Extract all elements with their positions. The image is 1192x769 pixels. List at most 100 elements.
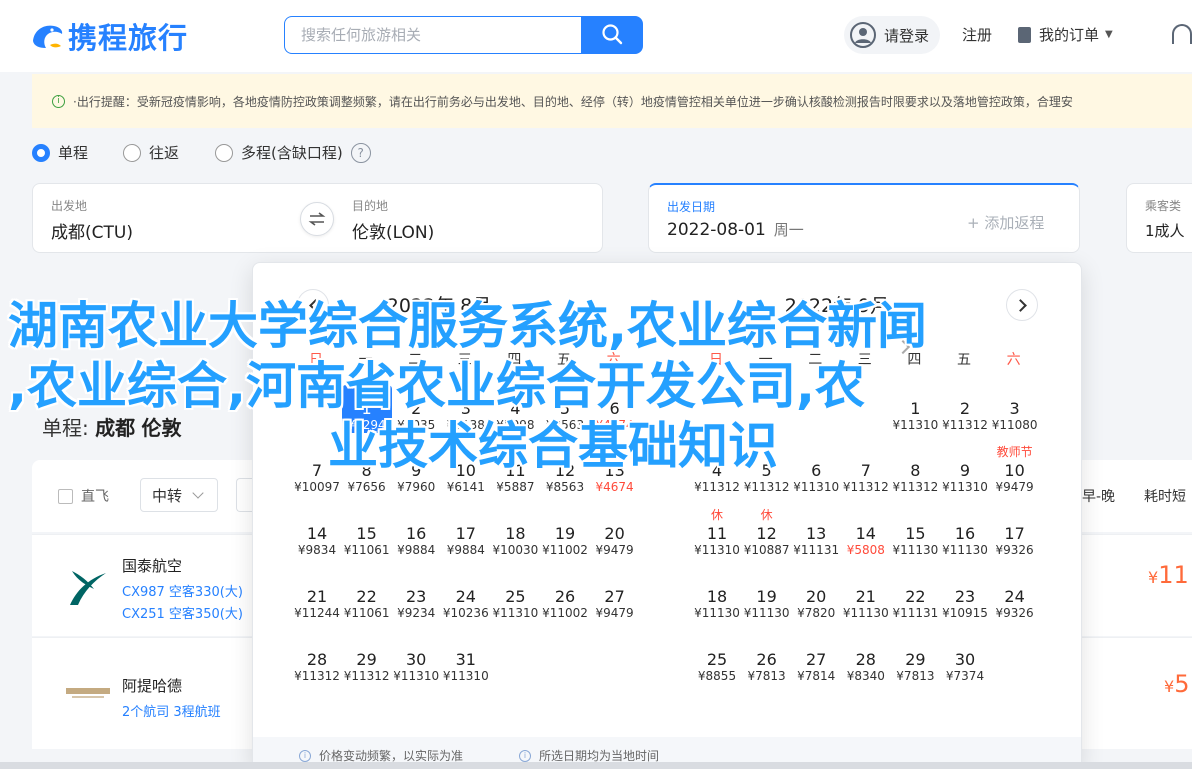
calendar-day[interactable]: 16 ¥9884: [391, 510, 441, 558]
departure-city-field[interactable]: 出发地 成都(CTU): [32, 183, 318, 253]
day-number: 19: [554, 524, 576, 543]
transfer-dropdown[interactable]: 中转: [140, 478, 218, 512]
calendar-day[interactable]: 18 ¥10030: [490, 510, 540, 558]
my-orders-menu[interactable]: 我的订单 ▼: [1018, 24, 1113, 45]
bottom-scrollbar[interactable]: [0, 762, 1192, 769]
day-number: 15: [356, 524, 377, 543]
calendar-day[interactable]: 23 ¥9234: [391, 573, 441, 621]
calendar-day[interactable]: 17 ¥9884: [441, 510, 491, 558]
flight-number[interactable]: CX251 空客350(大): [122, 603, 243, 622]
radio-round-trip[interactable]: [123, 143, 141, 162]
day-number: 11: [706, 524, 728, 543]
day-number: 29: [356, 650, 377, 669]
direct-checkbox[interactable]: [58, 488, 73, 504]
day-number: 17: [455, 524, 476, 543]
day-number: 19: [756, 587, 777, 606]
airline-name: 阿提哈德: [122, 677, 183, 695]
calendar-day[interactable]: 20 ¥7820: [791, 573, 841, 621]
calendar-day[interactable]: 22 ¥11061: [342, 573, 392, 621]
register-link[interactable]: 注册: [962, 24, 992, 45]
calendar-day[interactable]: 休 12 ¥10887: [742, 508, 792, 558]
calendar-day[interactable]: 15 ¥11130: [890, 510, 940, 558]
arrival-city-field[interactable]: 目的地 伦敦(LON): [318, 183, 603, 253]
day-number: 24: [1004, 587, 1025, 606]
calendar-day[interactable]: 26 ¥7813: [742, 636, 792, 684]
calendar-day[interactable]: 21 ¥11244: [292, 573, 342, 621]
watermark-line: ,农业综合,河南省农业综合开发公司,农: [8, 357, 865, 415]
calendar-day[interactable]: 13 ¥11131: [791, 510, 841, 558]
login-text: 请登录: [884, 26, 930, 45]
swap-cities-button[interactable]: [300, 202, 334, 236]
calendar-day[interactable]: 29 ¥7813: [890, 636, 940, 684]
day-number: 30: [954, 650, 976, 669]
calendar-day[interactable]: 24 ¥9326: [990, 573, 1040, 621]
ctrip-logo[interactable]: 携程旅行: [30, 14, 188, 58]
departure-date-field[interactable]: 出发日期 2022-08-01 周一 + 添加返程: [648, 183, 1080, 253]
customer-service-icon[interactable]: [1172, 24, 1192, 44]
calendar-day[interactable]: 15 ¥11061: [342, 510, 392, 558]
sort-duration[interactable]: 耗时短: [1144, 486, 1186, 506]
travel-notice-banner: i ·出行提醒：受新冠疫情影响，各地疫情防控政策调整频繁，请在出行前务必与出发地…: [32, 74, 1192, 128]
radio-multi-city[interactable]: [215, 143, 233, 162]
calendar-day[interactable]: 27 ¥9479: [590, 573, 640, 621]
calendar-day[interactable]: 24 ¥10236: [441, 573, 491, 621]
calendar-day[interactable]: 28 ¥11312: [292, 636, 342, 684]
add-return-button[interactable]: + 添加返程: [967, 212, 1044, 233]
day-number: 23: [954, 587, 976, 606]
flight-number[interactable]: CX987 空客330(大): [122, 581, 243, 600]
calendar-day[interactable]: 29 ¥11312: [342, 636, 392, 684]
passenger-value: 1成人: [1145, 222, 1185, 240]
calendar-day[interactable]: 27 ¥7814: [791, 636, 841, 684]
calendar-day[interactable]: 21 ¥11130: [841, 573, 891, 621]
date-value: 2022-08-01: [667, 220, 766, 240]
calendar-day[interactable]: 23 ¥10915: [940, 573, 990, 621]
trip-type-label: 多程(含缺口程): [241, 144, 343, 162]
calendar-day[interactable]: 31 ¥11310: [441, 636, 491, 684]
login-button[interactable]: 请登录: [844, 16, 940, 54]
day-number: 15: [905, 524, 926, 543]
sort-early-late[interactable]: 早-晚: [1082, 486, 1115, 506]
direct-flight-filter[interactable]: 直飞: [58, 486, 109, 506]
calendar-day[interactable]: 14 ¥5808: [841, 510, 891, 558]
calendar-day[interactable]: 25 ¥8855: [692, 636, 742, 684]
calendar-day[interactable]: 16 ¥11130: [940, 510, 990, 558]
search-icon: [602, 23, 623, 44]
calendar-day[interactable]: 22 ¥11131: [890, 573, 940, 621]
calendar-day[interactable]: 14 ¥9834: [292, 510, 342, 558]
calendar-day[interactable]: 26 ¥11002: [540, 573, 590, 621]
day-number: 14: [306, 524, 328, 543]
filter-dropdown[interactable]: [236, 478, 252, 512]
day-number: 18: [706, 587, 728, 606]
flight-summary[interactable]: 2个航司 3程航班: [122, 701, 221, 720]
day-number: 24: [455, 587, 476, 606]
passenger-field[interactable]: 乘客类 1成人: [1126, 183, 1192, 253]
calendar-day[interactable]: 25 ¥11310: [490, 573, 540, 621]
search-button[interactable]: [581, 16, 643, 54]
calendar-day[interactable]: 28 ¥8340: [841, 636, 891, 684]
calendar-day[interactable]: 19 ¥11130: [742, 573, 792, 621]
day-number: 21: [306, 587, 328, 606]
day-number: 26: [756, 650, 777, 669]
calendar-day[interactable]: 17 ¥9326: [990, 510, 1040, 558]
trip-type-round-trip[interactable]: 往返: [123, 142, 179, 163]
search-input[interactable]: [284, 16, 582, 54]
help-icon[interactable]: ?: [350, 142, 371, 163]
day-number: 22: [356, 587, 377, 606]
day-number: 28: [855, 650, 876, 669]
calendar-day[interactable]: 30 ¥11310: [391, 636, 441, 684]
notice-text: ·出行提醒：受新冠疫情影响，各地疫情防控政策调整频繁，请在出行前务必与出发地、目…: [73, 94, 1073, 109]
calendar-day[interactable]: 18 ¥11130: [692, 573, 742, 621]
trip-type-one-way[interactable]: 单程: [32, 142, 88, 163]
info-icon: i: [299, 749, 311, 762]
calendar-day[interactable]: 19 ¥11002: [540, 510, 590, 558]
watermark-line: 业技术综合基础知识: [328, 417, 778, 475]
radio-one-way[interactable]: [32, 143, 50, 162]
day-number: 14: [855, 524, 876, 543]
dolphin-logo-icon: [33, 25, 63, 48]
trip-type-multi-city[interactable]: 多程(含缺口程) ?: [215, 142, 371, 163]
price-symbol: ¥: [1164, 677, 1175, 696]
calendar-day[interactable]: 30 ¥7374: [940, 636, 990, 684]
calendar-day[interactable]: 20 ¥9479: [590, 510, 640, 558]
day-number: 30: [406, 650, 427, 669]
day-number: 12: [756, 524, 777, 543]
